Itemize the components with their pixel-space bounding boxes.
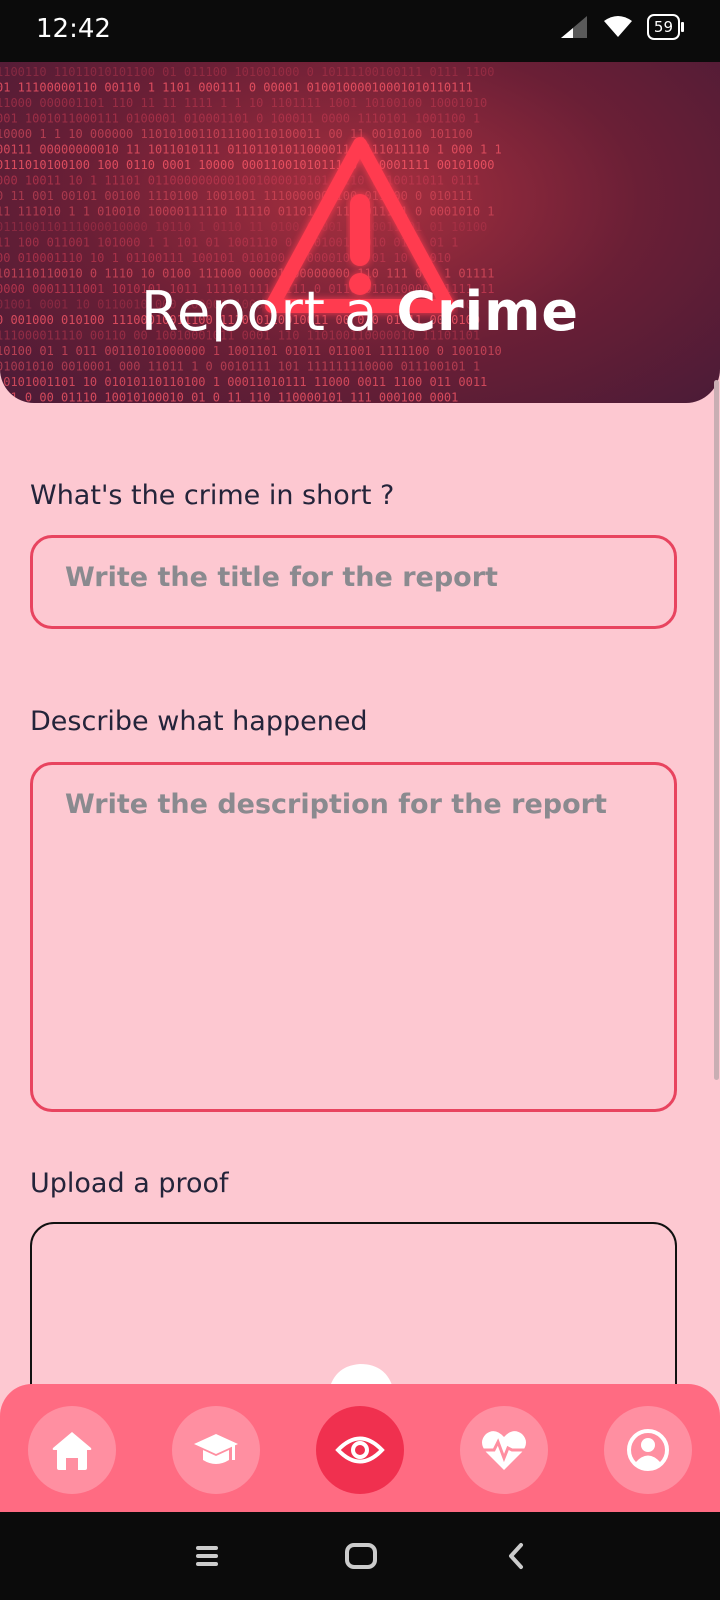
home-square-icon[interactable] xyxy=(344,1540,378,1572)
status-icons: 59 xyxy=(559,14,685,40)
description-input-placeholder: Write the description for the report xyxy=(65,789,607,820)
binary-row: 01001010 0010001 000 11011 1 0 0010111 1… xyxy=(0,360,480,374)
binary-row: 001 1001011000111 0100001 010001101 0 10… xyxy=(0,112,480,126)
eye-icon xyxy=(335,1436,385,1464)
header-banner: 1100110 11011010101100 01 011100 1010010… xyxy=(0,62,720,403)
binary-row: 1100110 11011010101100 01 011100 1010010… xyxy=(0,65,495,79)
binary-row: 111 0 00 01110 10010100010 01 0 11 110 1… xyxy=(0,391,458,404)
page-title-prefix: Report a xyxy=(140,280,397,343)
title-input-placeholder: Write the title for the report xyxy=(65,562,498,593)
signal-icon xyxy=(560,16,587,38)
nav-education-button[interactable] xyxy=(172,1406,260,1494)
upload-label: Upload a proof xyxy=(30,1168,229,1199)
description-input[interactable]: Write the description for the report xyxy=(30,762,677,1112)
menu-icon[interactable] xyxy=(194,1540,220,1572)
profile-icon xyxy=(627,1429,669,1471)
title-label: What's the crime in short ? xyxy=(30,480,395,511)
wifi-icon xyxy=(603,16,632,37)
heart-pulse-icon xyxy=(482,1431,526,1470)
battery-icon: 59 xyxy=(646,14,685,40)
nav-home-button[interactable] xyxy=(28,1406,116,1494)
description-label: Describe what happened xyxy=(30,706,368,737)
nav-health-button[interactable] xyxy=(460,1406,548,1494)
title-input[interactable]: Write the title for the report xyxy=(30,535,677,629)
nav-profile-button[interactable] xyxy=(604,1406,692,1494)
bottom-nav xyxy=(0,1384,720,1512)
binary-row: 01 11100000110 00110 1 1101 000111 0 000… xyxy=(0,81,473,95)
status-bar: 12:42 59 xyxy=(0,0,720,62)
scrollbar[interactable] xyxy=(714,380,719,1080)
system-nav-bar xyxy=(0,1512,720,1600)
back-icon[interactable] xyxy=(506,1540,526,1572)
nav-report-button[interactable] xyxy=(316,1406,404,1494)
graduation-cap-icon xyxy=(194,1434,238,1464)
binary-row: 10101001101 10 01010110110100 1 00011010… xyxy=(0,375,487,389)
page-title: Report a Crime xyxy=(0,280,720,343)
binary-row: 11000 000001101 110 11 11 1111 1 1 10 11… xyxy=(0,96,487,110)
status-time: 12:42 xyxy=(36,14,111,44)
home-icon xyxy=(52,1432,92,1470)
page-title-bold: Crime xyxy=(396,280,580,343)
binary-row: 10100 01 1 011 00110101000000 1 1001101 … xyxy=(0,344,502,358)
